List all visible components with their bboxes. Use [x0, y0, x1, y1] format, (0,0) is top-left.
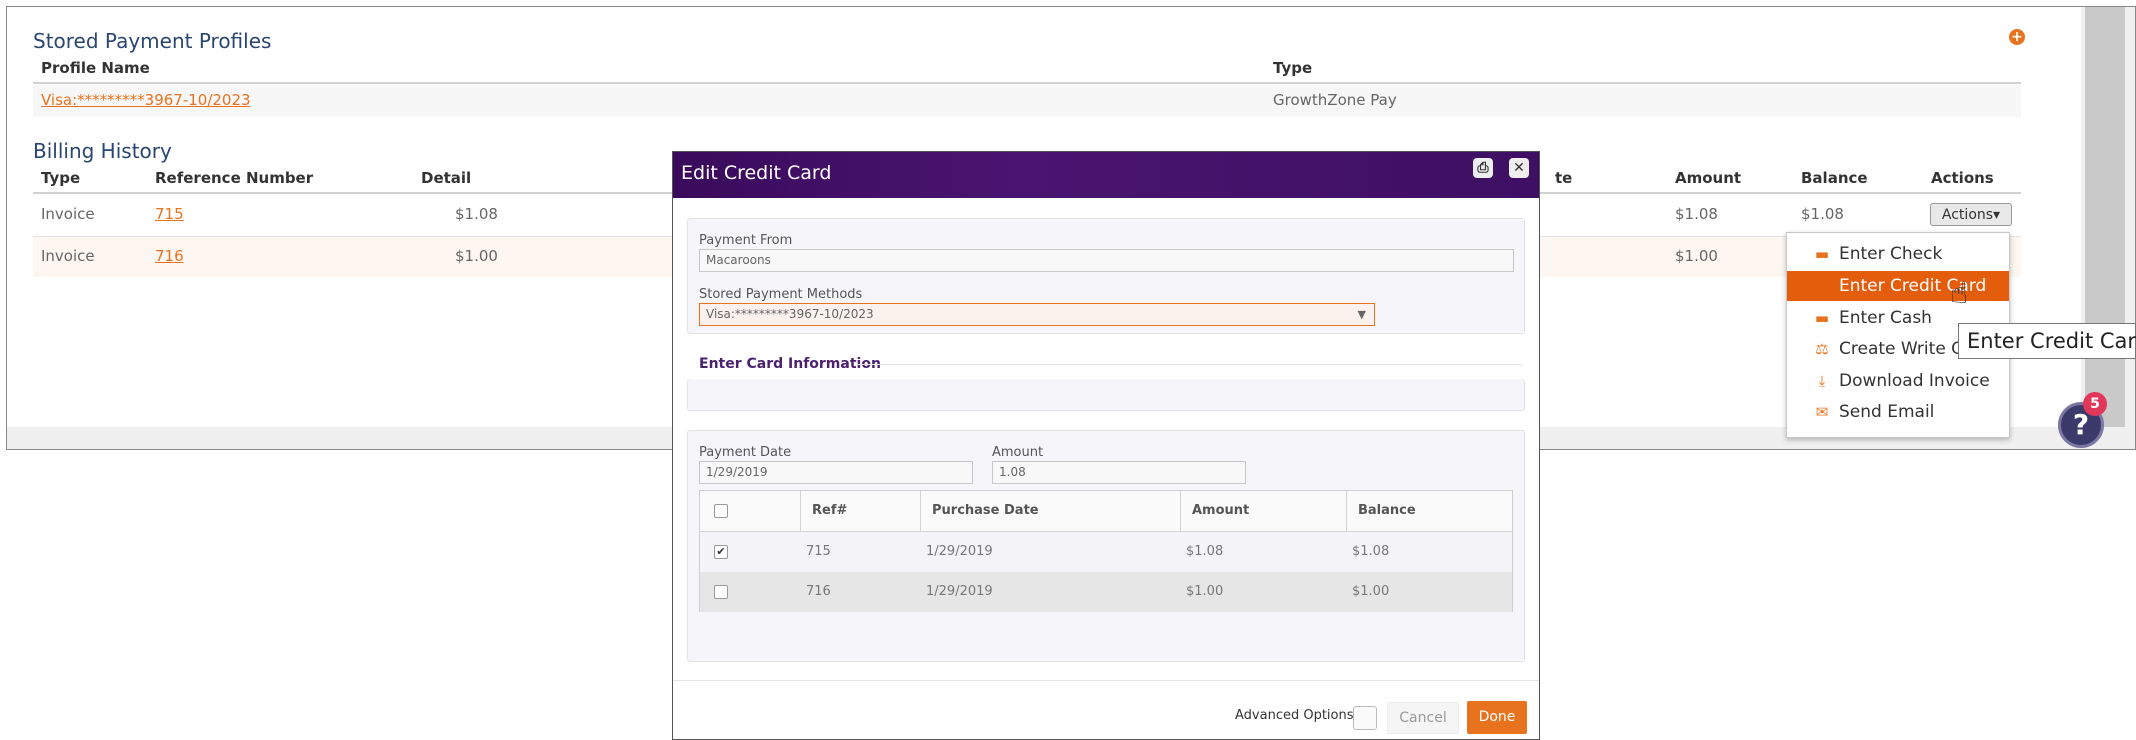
row-detail: $1.08	[455, 205, 498, 223]
col-reference-number: Reference Number	[155, 169, 314, 187]
enter-card-info-heading: Enter Card Information	[699, 356, 881, 372]
row-purchase-date: 1/29/2019	[926, 544, 993, 559]
row-ref: 715	[806, 544, 831, 559]
row-amount: $1.08	[1186, 544, 1224, 559]
column-divider	[1346, 491, 1347, 531]
col-amount: Amount	[1675, 169, 1742, 187]
stored-methods-label: Stored Payment Methods	[699, 287, 863, 302]
row-checkbox[interactable]: ✔	[714, 545, 728, 559]
payment-from-field[interactable]: Macaroons	[699, 249, 1514, 272]
card-info-panel	[687, 379, 1525, 411]
col-amount: Amount	[1192, 503, 1250, 518]
invoice-link-716[interactable]: 716	[155, 247, 184, 265]
row-balance: $1.08	[1801, 205, 1844, 223]
column-divider	[920, 491, 921, 531]
select-all-checkbox[interactable]	[714, 504, 728, 518]
tooltip: Enter Credit Card	[1958, 323, 2136, 359]
col-ref: Ref#	[812, 503, 848, 518]
payment-date-field[interactable]: 1/29/2019	[699, 461, 973, 484]
money-icon: ▬	[1814, 245, 1830, 263]
col-date: te	[1555, 169, 1573, 187]
menu-item-label: Enter Check	[1839, 244, 1943, 264]
advanced-options-checkbox[interactable]	[1353, 706, 1377, 730]
col-billing-type: Type	[41, 169, 81, 187]
menu-item-send-email[interactable]: ✉ Send Email	[1787, 397, 2009, 427]
col-purchase-date: Purchase Date	[932, 503, 1039, 518]
row-balance: $1.08	[1352, 544, 1390, 559]
actions-dropdown-button[interactable]: Actions▾	[1930, 203, 2012, 226]
modal-header: Edit Credit Card ⎙ ✕	[673, 152, 1539, 198]
scrollbar-thumb[interactable]	[2085, 7, 2125, 427]
divider	[857, 364, 1523, 365]
col-type: Type	[1273, 59, 1313, 77]
profile-link[interactable]: Visa:*********3967-10/2023	[41, 91, 251, 109]
stored-payment-methods-select[interactable]: Visa:*********3967-10/2023 ▼	[699, 303, 1375, 326]
col-balance: Balance	[1801, 169, 1868, 187]
edit-credit-card-modal: Edit Credit Card ⎙ ✕ Payment From Macaro…	[672, 151, 1540, 740]
payment-from-panel: Payment From Macaroons Stored Payment Me…	[687, 218, 1525, 334]
row-amount: $1.08	[1675, 205, 1718, 223]
menu-item-label: Create Write O	[1839, 339, 1965, 359]
row-type: Invoice	[41, 205, 95, 223]
menu-item-label: Send Email	[1839, 402, 1935, 422]
hand-cursor-icon: ☝	[1950, 276, 1969, 311]
advanced-options-label: Advanced Options	[1235, 708, 1354, 723]
modal-footer-divider	[673, 680, 1539, 681]
menu-item-download-invoice[interactable]: ⤓ Download Invoice	[1787, 366, 2009, 396]
table-row[interactable]: 716 1/29/2019 $1.00 $1.00	[700, 572, 1512, 612]
invoice-table: Ref# Purchase Date Amount Balance ✔ 715 …	[699, 490, 1513, 612]
menu-item-enter-credit-card[interactable]: Enter Credit Card	[1787, 271, 2009, 301]
print-icon[interactable]: ⎙	[1473, 158, 1493, 178]
profile-row	[33, 85, 2021, 117]
menu-item-enter-check[interactable]: ▬ Enter Check	[1787, 239, 2009, 269]
row-ref: 716	[806, 584, 831, 599]
invoice-link-715[interactable]: 715	[155, 205, 184, 223]
column-divider	[1180, 491, 1181, 531]
row-purchase-date: 1/29/2019	[926, 584, 993, 599]
billing-history-title: Billing History	[33, 139, 172, 163]
row-type: Invoice	[41, 247, 95, 265]
profile-type: GrowthZone Pay	[1273, 91, 1397, 109]
row-detail: $1.00	[455, 247, 498, 265]
row-checkbox[interactable]	[714, 585, 728, 599]
menu-item-label: Download Invoice	[1839, 371, 1990, 391]
amount-field[interactable]: 1.08	[992, 461, 1246, 484]
table-header-row: Ref# Purchase Date Amount Balance	[700, 491, 1512, 532]
stored-methods-value: Visa:*********3967-10/2023	[706, 307, 874, 321]
row-balance: $1.00	[1352, 584, 1390, 599]
add-icon[interactable]: +	[2009, 29, 2025, 45]
modal-title: Edit Credit Card	[681, 162, 832, 184]
menu-item-label: Enter Cash	[1839, 308, 1932, 328]
notification-badge: 5	[2083, 392, 2107, 416]
done-button[interactable]: Done	[1467, 701, 1527, 734]
download-icon: ⤓	[1818, 372, 1826, 390]
column-divider	[800, 491, 801, 531]
payment-from-label: Payment From	[699, 233, 793, 248]
col-actions: Actions	[1931, 169, 1994, 187]
row-amount: $1.00	[1186, 584, 1224, 599]
col-balance: Balance	[1358, 503, 1416, 518]
divider	[33, 82, 2021, 84]
table-row[interactable]: ✔ 715 1/29/2019 $1.08 $1.08	[700, 532, 1512, 572]
payment-date-label: Payment Date	[699, 445, 792, 460]
close-icon[interactable]: ✕	[1509, 158, 1529, 178]
envelope-icon: ✉	[1815, 403, 1829, 421]
amount-label: Amount	[992, 445, 1044, 460]
balance-scale-icon: ⚖	[1815, 340, 1829, 358]
dropdown-arrow-icon: ▼	[1357, 308, 1366, 321]
money-icon: ▬	[1814, 309, 1830, 327]
col-detail: Detail	[421, 169, 472, 187]
row-amount: $1.00	[1675, 247, 1718, 265]
cancel-button[interactable]: Cancel	[1387, 702, 1459, 734]
col-profile-name: Profile Name	[41, 59, 150, 77]
stored-payment-profiles-title: Stored Payment Profiles	[33, 29, 272, 53]
